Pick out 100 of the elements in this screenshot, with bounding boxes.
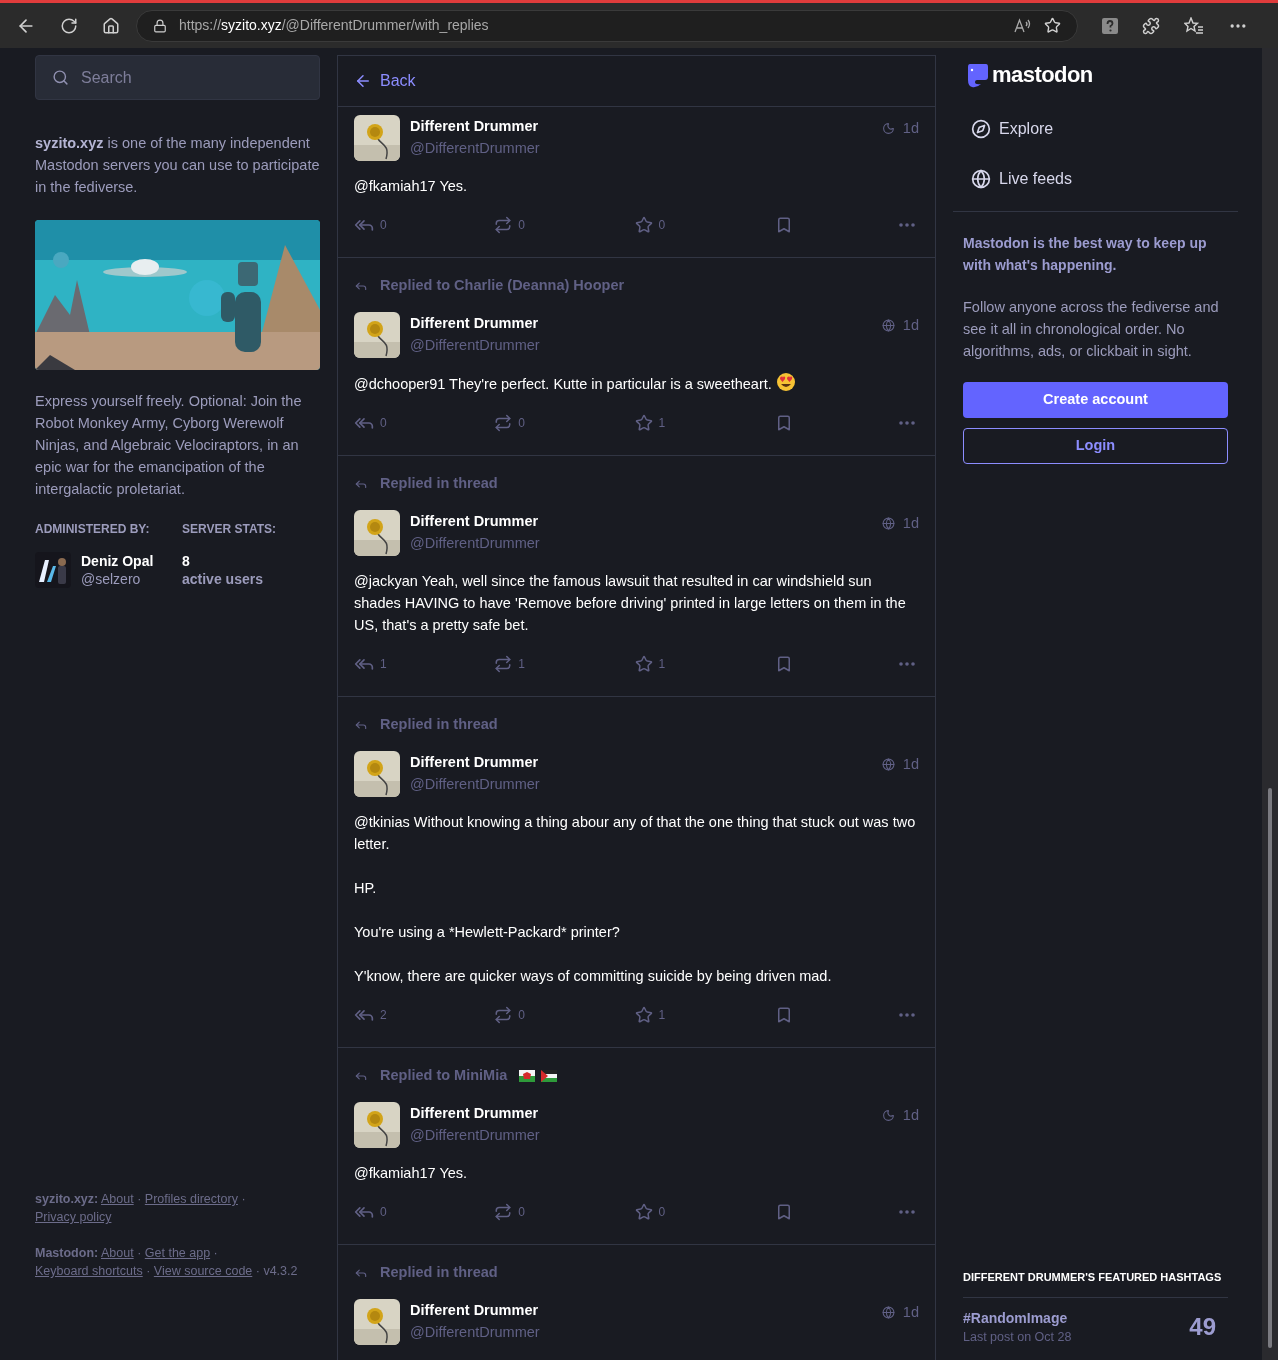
favourite-button[interactable]: 1	[634, 1006, 666, 1024]
separator-dot: ·	[136, 1246, 143, 1260]
more-button[interactable]	[899, 223, 915, 227]
post-time[interactable]: 1d	[902, 118, 919, 140]
boost-button[interactable]: 0	[494, 1006, 525, 1024]
lock-icon	[153, 18, 167, 33]
more-icon	[899, 1210, 915, 1214]
search-input[interactable]: Search	[81, 65, 303, 90]
boost-button[interactable]: 0	[494, 1203, 525, 1221]
more-icon	[899, 662, 915, 666]
nav-link[interactable]: Live feeds	[953, 157, 1238, 201]
reply-button[interactable]: 0	[354, 215, 387, 235]
more-button[interactable]	[899, 662, 915, 666]
author-handle[interactable]: @DifferentDrummer	[410, 532, 872, 554]
footer-link[interactable]: Get the app	[144, 1246, 211, 1260]
replied-to-text: Replied in thread	[380, 715, 498, 735]
post-time[interactable]: 1d	[902, 513, 919, 535]
favourite-button[interactable]: 1	[634, 414, 666, 432]
boost-button[interactable]: 0	[494, 216, 525, 234]
boost-button[interactable]: 0	[494, 414, 525, 432]
admin-handle[interactable]: @selzero	[81, 570, 154, 588]
post-text: You're using a *Hewlett-Packard* printer?	[354, 923, 621, 942]
back-button[interactable]: Back	[354, 69, 416, 93]
section-heading: SERVER STATS:	[182, 521, 276, 538]
more-button[interactable]	[899, 1210, 915, 1214]
boost-button[interactable]: 1	[494, 655, 525, 673]
search-icon	[52, 69, 69, 86]
author-handle[interactable]: @DifferentDrummer	[410, 137, 872, 159]
read-aloud-icon[interactable]	[1014, 17, 1032, 34]
author-handle[interactable]: @DifferentDrummer	[410, 773, 872, 795]
author-handle[interactable]: @DifferentDrummer	[410, 334, 872, 356]
login-button[interactable]: Login	[963, 428, 1228, 464]
footer-link[interactable]: Privacy policy	[35, 1210, 112, 1224]
author-name[interactable]: Different Drummer	[410, 312, 872, 334]
reply-button[interactable]: 1	[354, 654, 387, 674]
favorites-list-icon[interactable]	[1184, 16, 1204, 35]
author-name[interactable]: Different Drummer	[410, 751, 872, 773]
more-button[interactable]	[899, 1013, 915, 1017]
globe-icon	[881, 517, 895, 531]
post-text: Y'know, there are quicker ways of committing suicide by being driven mad.	[354, 967, 833, 986]
star-icon	[634, 216, 653, 234]
mastodon-wordmark[interactable]: mastodon	[992, 64, 1093, 86]
help-icon[interactable]	[1102, 17, 1118, 34]
globe-icon	[881, 319, 895, 333]
footer-link[interactable]: About	[101, 1246, 134, 1260]
create-account-button[interactable]: Create account	[963, 382, 1228, 418]
address-bar[interactable]: https://syzito.xyz/@DifferentDrummer/with_replies	[136, 9, 1078, 42]
last-post-text: Last post on Oct 28	[963, 1329, 1072, 1346]
reply-button[interactable]: 2	[354, 1005, 387, 1025]
compass-icon	[971, 119, 991, 139]
post-time[interactable]: 1d	[902, 315, 919, 337]
reply-icon	[354, 477, 368, 491]
author-handle[interactable]: @DifferentDrummer	[410, 1321, 872, 1343]
search-field[interactable]: Search	[35, 55, 320, 100]
hashtag-link[interactable]: #RandomImage	[963, 1308, 1072, 1328]
footer-link[interactable]: Keyboard shortcuts	[35, 1264, 143, 1278]
author-name[interactable]: Different Drummer	[410, 1299, 872, 1321]
separator-dot: ·	[240, 1192, 246, 1206]
author-name[interactable]: Different Drummer	[410, 510, 872, 532]
section-heading: ADMINISTERED BY:	[35, 521, 151, 538]
repeat-icon	[494, 655, 513, 673]
blurb-text: Follow anyone across the fediverse and see it all in chronological order. No algorithms, ads, or clickbait in sight.	[962, 298, 1220, 361]
star-icon	[634, 1203, 653, 1221]
extensions-icon[interactable]	[1142, 16, 1160, 35]
reply-button[interactable]: 0	[354, 413, 387, 433]
version-text: v4.3.2	[263, 1264, 298, 1278]
post-time[interactable]: 1d	[902, 1105, 919, 1127]
admin-name[interactable]: Deniz Opal	[81, 552, 154, 570]
active-users-label: active users	[182, 570, 264, 588]
globe-icon	[971, 169, 991, 189]
home-icon[interactable]	[102, 16, 120, 35]
repeat-icon	[494, 216, 513, 234]
favourite-button[interactable]: 0	[634, 216, 666, 234]
separator-dot: ·	[136, 1192, 143, 1206]
favorite-star-icon[interactable]	[1044, 17, 1061, 34]
author-handle[interactable]: @DifferentDrummer	[410, 1124, 872, 1146]
more-button[interactable]	[899, 421, 915, 425]
star-icon	[634, 655, 653, 673]
reply-icon	[354, 1266, 368, 1280]
more-icon	[899, 1013, 915, 1017]
author-name[interactable]: Different Drummer	[410, 115, 872, 137]
hashtags-heading: DIFFERENT DRUMMER'S FEATURED HASHTAGS	[963, 1268, 1228, 1298]
pitch-text: Mastodon is the best way to keep up with what's happening.	[962, 234, 1208, 275]
author-name[interactable]: Different Drummer	[410, 1102, 872, 1124]
reply-icon	[354, 279, 368, 293]
post-text: @tkinias Without knowing a thing abour any of that the one thing that stuck out was two letter.	[354, 813, 917, 854]
reply-button[interactable]: 0	[354, 1202, 387, 1222]
footer-link[interactable]: Profiles directory	[144, 1192, 238, 1206]
refresh-icon[interactable]	[60, 16, 78, 35]
favourite-button[interactable]: 0	[634, 1203, 666, 1221]
repeat-icon	[494, 414, 513, 432]
footer-link[interactable]: View source code	[153, 1264, 253, 1278]
post-time[interactable]: 1d	[902, 754, 919, 776]
nav-link[interactable]: Explore	[953, 107, 1238, 151]
repeat-icon	[494, 1203, 513, 1221]
post-time[interactable]: 1d	[902, 1302, 919, 1324]
favourite-button[interactable]: 1	[634, 655, 666, 673]
reply-icon	[354, 718, 368, 732]
mastodon-logo-icon	[967, 62, 989, 88]
footer-link[interactable]: About	[101, 1192, 134, 1206]
